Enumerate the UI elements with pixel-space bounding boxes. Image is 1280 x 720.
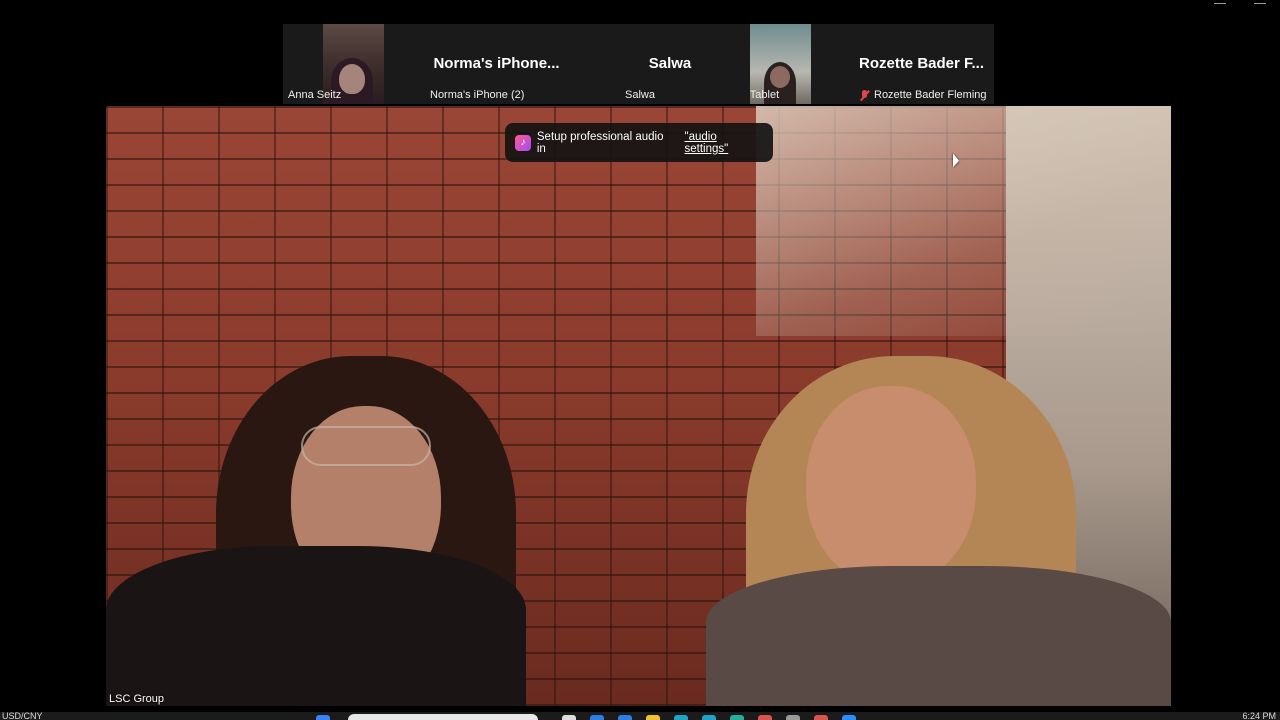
taskbar-apps	[562, 715, 856, 720]
minimize-icon[interactable]	[1214, 0, 1226, 4]
toast-text: Setup professional audio in	[536, 130, 664, 155]
participant-tile-anna[interactable]: Anna Seitz	[283, 24, 384, 104]
main-video-label: LSC Group	[109, 693, 165, 705]
participant-tile-rozette[interactable]: Rozette Bader F... Rozette Bader Fleming	[849, 24, 994, 104]
currency-ticker[interactable]: USD/CNY	[2, 711, 43, 720]
app-icon[interactable]	[814, 715, 828, 720]
participant-label: Salwa	[625, 89, 655, 101]
participant-strip: Anna Seitz Norma's iPhone... Norma's iPh…	[283, 24, 994, 104]
taskbar: USD/CNY 6:24 PM	[0, 711, 1280, 720]
music-note-icon: ♪	[515, 134, 531, 151]
audio-settings-toast: ♪ Setup professional audio in "audio set…	[505, 123, 773, 162]
app-icon[interactable]	[562, 715, 576, 720]
glasses	[301, 426, 431, 466]
participant-name: Norma's iPhone...	[433, 55, 560, 72]
restore-icon[interactable]	[1254, 0, 1266, 4]
zoom-icon[interactable]	[842, 715, 856, 720]
participant-tile-norma[interactable]: Norma's iPhone... Norma's iPhone (2)	[384, 24, 609, 104]
mic-muted-icon	[859, 89, 870, 101]
taskbar-icons	[316, 715, 330, 720]
system-clock: 6:24 PM	[1242, 711, 1276, 720]
folder-icon[interactable]	[646, 715, 660, 720]
app-icon[interactable]	[674, 715, 688, 720]
app-icon[interactable]	[590, 715, 604, 720]
app-icon[interactable]	[702, 715, 716, 720]
mouse-cursor-icon	[953, 153, 959, 171]
participant-label: Fire Tablet	[749, 89, 779, 101]
window-controls	[1214, 0, 1266, 4]
taskbar-search[interactable]	[348, 714, 538, 720]
start-icon[interactable]	[316, 715, 330, 720]
app-icon[interactable]	[786, 715, 800, 720]
active-speaker-video[interactable]: LSC Group	[106, 106, 1171, 706]
participant-tile-salwa[interactable]: Salwa Salwa	[609, 24, 749, 104]
participant-label: Norma's iPhone (2)	[430, 89, 525, 101]
participant-tile-fire-tablet[interactable]: Fire Tablet	[749, 24, 849, 104]
participant-label: Anna Seitz	[288, 89, 342, 101]
app-icon[interactable]	[618, 715, 632, 720]
app-icon[interactable]	[758, 715, 772, 720]
participant-name: Rozette Bader F...	[858, 55, 985, 72]
participant-name: Salwa	[648, 55, 692, 72]
participant-label: Rozette Bader Fleming	[859, 89, 987, 101]
app-icon[interactable]	[730, 715, 744, 720]
audio-settings-link[interactable]: "audio settings"	[685, 131, 764, 155]
